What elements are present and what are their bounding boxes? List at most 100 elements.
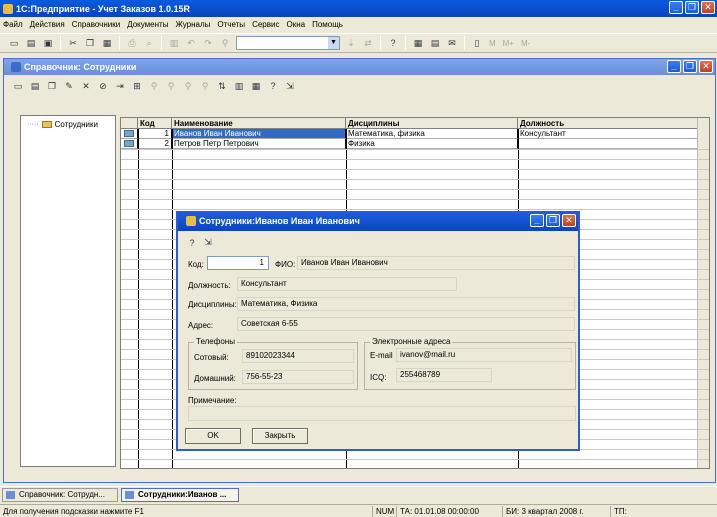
window-taskbar: Справочник: Сотрудн... Сотрудники:Иванов…: [0, 486, 717, 502]
add-item-icon[interactable]: ▭: [10, 79, 26, 94]
preview-icon[interactable]: ⌕: [141, 36, 157, 51]
row-code: 2: [138, 139, 172, 149]
menu-documents[interactable]: Документы: [127, 20, 168, 29]
mark-delete-icon[interactable]: ⊘: [95, 79, 111, 94]
menu-windows[interactable]: Окна: [286, 20, 305, 29]
table-icon[interactable]: ▥: [166, 36, 182, 51]
task-directory-window[interactable]: Справочник: Сотрудн...: [2, 488, 118, 502]
undo-icon[interactable]: ↶: [183, 36, 199, 51]
m-button[interactable]: M: [489, 39, 496, 48]
row-name: Петров Петр Петрович: [172, 139, 346, 149]
close-button[interactable]: ✕: [701, 1, 715, 14]
m-minus-button[interactable]: M-: [521, 39, 530, 48]
paste-icon[interactable]: ▦: [99, 36, 115, 51]
filter-set-icon[interactable]: ⚲: [163, 79, 179, 94]
filter-history-icon[interactable]: ⚲: [197, 79, 213, 94]
calculator-icon[interactable]: ▦: [410, 36, 426, 51]
child-toolbar: ▭ ▤ ❐ ✎ ✕ ⊘ ⇥ ⊞ ⚲ ⚲ ⚲ ⚲ ⇅ ▥ ▦ ? ⇲: [4, 77, 715, 95]
table-row[interactable]: 2 Петров Петр Петрович Физика: [121, 139, 709, 149]
menu-references[interactable]: Справочники: [72, 20, 120, 29]
dialog-close-button[interactable]: ✕: [562, 214, 576, 227]
m-plus-button[interactable]: M+: [503, 39, 514, 48]
edit-item-icon[interactable]: ✎: [61, 79, 77, 94]
child-help-icon[interactable]: ?: [265, 79, 281, 94]
menu-reports[interactable]: Отчеты: [217, 20, 245, 29]
tree-item-employees[interactable]: ····· Сотрудники: [27, 120, 98, 129]
fio-field[interactable]: Иванов Иван Иванович: [297, 256, 575, 270]
ok-button[interactable]: OK: [185, 428, 241, 444]
icq-field[interactable]: 255468789: [396, 368, 492, 382]
note-field[interactable]: [188, 406, 576, 421]
menu-service[interactable]: Сервис: [252, 20, 279, 29]
grid-row-line: [121, 459, 709, 460]
move-item-icon[interactable]: ⇥: [112, 79, 128, 94]
row-disciplines: Математика, физика: [346, 129, 518, 139]
element-icon: [124, 130, 134, 137]
dialog-context-help-icon[interactable]: ⇲: [200, 235, 216, 250]
task-employee-window[interactable]: Сотрудники:Иванов ...: [121, 488, 239, 502]
code-field[interactable]: 1: [207, 256, 269, 270]
book-icon[interactable]: ▯: [469, 36, 485, 51]
search-combo[interactable]: ▼: [236, 36, 340, 50]
sort-icon[interactable]: ⇅: [214, 79, 230, 94]
email-group-label: Электронные адреса: [370, 337, 453, 346]
header-code[interactable]: Код: [138, 118, 172, 129]
tree-view-icon[interactable]: ▦: [248, 79, 264, 94]
list-view-icon[interactable]: ▥: [231, 79, 247, 94]
row-code: 1: [138, 129, 172, 139]
open-icon[interactable]: ▤: [23, 36, 39, 51]
minimize-button[interactable]: _: [669, 1, 683, 14]
child-minimize-button[interactable]: _: [667, 60, 681, 73]
find-next-icon[interactable]: ⇣: [343, 36, 359, 51]
filter-icon[interactable]: ⚲: [146, 79, 162, 94]
dialog-help-icon[interactable]: ?: [184, 235, 200, 250]
menu-journals[interactable]: Журналы: [175, 20, 210, 29]
find-icon[interactable]: ⚲: [217, 36, 233, 51]
copy-icon[interactable]: ❐: [82, 36, 98, 51]
header-position[interactable]: Должность: [518, 118, 699, 129]
disciplines-field[interactable]: Математика, Физика: [237, 297, 575, 311]
mobile-field[interactable]: 89102023344: [242, 349, 354, 363]
home-phone-label: Домашний:: [194, 374, 236, 383]
child-close-button[interactable]: ✕: [699, 60, 713, 73]
address-field[interactable]: Советская 6-55: [237, 317, 575, 331]
replace-icon[interactable]: ⇄: [360, 36, 376, 51]
status-bi: БИ: 3 квартал 2008 г.: [502, 506, 610, 517]
position-field[interactable]: Консультант: [237, 277, 457, 291]
dialog-minimize-button[interactable]: _: [530, 214, 544, 227]
help-icon[interactable]: ?: [385, 36, 401, 51]
copy-item-icon[interactable]: ❐: [44, 79, 60, 94]
context-help-icon[interactable]: ⇲: [282, 79, 298, 94]
grid-row-line: [121, 169, 709, 170]
window-icon: [125, 491, 134, 499]
filter-clear-icon[interactable]: ⚲: [180, 79, 196, 94]
delete-item-icon[interactable]: ✕: [78, 79, 94, 94]
header-name[interactable]: Наименование: [172, 118, 346, 129]
menu-actions[interactable]: Действия: [30, 20, 65, 29]
print-icon[interactable]: ⎙: [124, 36, 140, 51]
hierarchy-icon[interactable]: ⊞: [129, 79, 145, 94]
add-group-icon[interactable]: ▤: [27, 79, 43, 94]
home-phone-field[interactable]: 756-55-23: [242, 370, 354, 384]
app-title-bar: 1С:Предприятие - Учет Заказов 1.0.15R _ …: [0, 0, 717, 17]
email-field[interactable]: ivanov@mail.ru: [396, 348, 572, 362]
cut-icon[interactable]: ✂: [65, 36, 81, 51]
menu-help[interactable]: Помощь: [312, 20, 343, 29]
message-icon[interactable]: ✉: [444, 36, 460, 51]
folder-icon: [41, 121, 52, 128]
dialog-maximize-button[interactable]: ❐: [546, 214, 560, 227]
grid-row-line: [121, 199, 709, 200]
new-icon[interactable]: ▭: [6, 36, 22, 51]
table-row[interactable]: 1 Иванов Иван Иванович Математика, физик…: [121, 129, 709, 139]
menu-file[interactable]: Файл: [3, 20, 23, 29]
row-disciplines: Физика: [346, 139, 518, 149]
maximize-button[interactable]: ❐: [685, 1, 699, 14]
child-maximize-button[interactable]: ❐: [683, 60, 697, 73]
grid-scrollbar[interactable]: [697, 118, 709, 468]
header-disciplines[interactable]: Дисциплины: [346, 118, 518, 129]
redo-icon[interactable]: ↷: [200, 36, 216, 51]
calendar-icon[interactable]: ▤: [427, 36, 443, 51]
grid-row-line: [121, 179, 709, 180]
save-icon[interactable]: ▣: [40, 36, 56, 51]
close-dialog-button[interactable]: Закрыть: [252, 428, 308, 444]
